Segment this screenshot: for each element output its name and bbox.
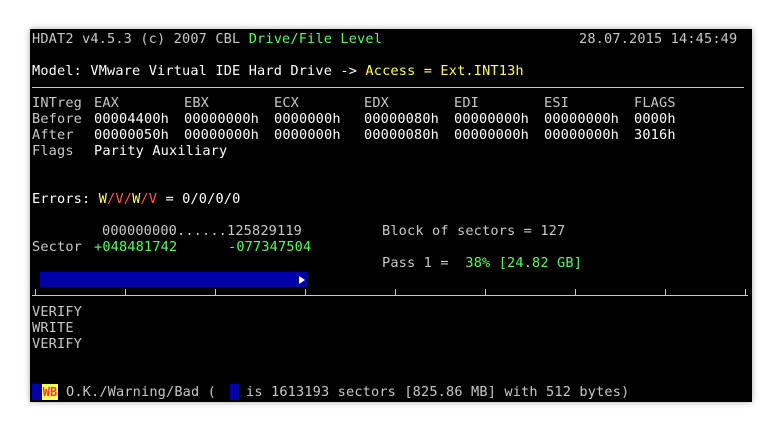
log-line: VERIFY bbox=[32, 304, 83, 320]
scale-tick bbox=[35, 289, 36, 295]
reg-before-ebx: 00000000h bbox=[184, 111, 260, 127]
reg-header-intreg: INTreg bbox=[32, 95, 83, 111]
reg-after-ecx: 0000000h bbox=[274, 127, 341, 143]
access-mode: Access = Ext.INT13h bbox=[365, 63, 524, 79]
reg-after-eax: 00000050h bbox=[94, 127, 170, 143]
errors-v: V bbox=[148, 191, 158, 207]
pass-label: Pass 1 = bbox=[382, 255, 449, 271]
errors-line: Errors: W/V/W/V = 0/0/0/0 bbox=[32, 191, 240, 207]
log-line: VERIFY bbox=[32, 336, 83, 352]
scale-tick bbox=[665, 289, 666, 295]
legend-block-swatch bbox=[230, 384, 239, 400]
reg-header-edx: EDX bbox=[364, 95, 390, 111]
reg-header-eax: EAX bbox=[94, 95, 120, 111]
reg-after-esi: 00000000h bbox=[544, 127, 620, 143]
scale-tick bbox=[215, 289, 216, 295]
pass-line: Pass 1 = 38% [24.82 GB] bbox=[382, 255, 582, 271]
reg-before-edi: 00000000h bbox=[454, 111, 530, 127]
errors-sep: / bbox=[140, 191, 149, 207]
reg-before-edx: 00000080h bbox=[364, 111, 440, 127]
sector-end: -077347504 bbox=[228, 239, 312, 255]
reg-row-label: After bbox=[32, 127, 74, 143]
datetime: 28.07.2015 14:45:49 bbox=[579, 31, 738, 47]
flags-value: Parity Auxiliary bbox=[94, 143, 228, 159]
app-title: HDAT2 v4.5.3 (c) 2007 CBL Drive/File Lev… bbox=[32, 31, 382, 47]
reg-header-ecx: ECX bbox=[274, 95, 300, 111]
pass-value: 38% [24.82 GB] bbox=[465, 255, 583, 271]
model-arrow: -> bbox=[340, 63, 358, 79]
hdat2-console: HDAT2 v4.5.3 (c) 2007 CBL Drive/File Lev… bbox=[30, 29, 752, 402]
scale-tick bbox=[485, 289, 486, 295]
app-name: HDAT2 v4.5.3 (c) 2007 CBL bbox=[32, 31, 241, 47]
scale-ruler bbox=[32, 295, 748, 296]
progress-bar bbox=[40, 272, 308, 287]
errors-v: V bbox=[115, 191, 124, 207]
legend-text-size: is 1613193 sectors [825.86 MB] with 512 … bbox=[246, 384, 630, 400]
sector-range: 000000000......125829119 bbox=[102, 223, 303, 239]
scale-tick bbox=[395, 289, 396, 295]
reg-after-edi: 00000000h bbox=[454, 127, 530, 143]
reg-before-flags: 0000h bbox=[634, 111, 676, 127]
sector-start: +048481742 bbox=[94, 239, 178, 255]
scale-tick bbox=[125, 289, 126, 295]
reg-after-flags: 3016h bbox=[634, 127, 676, 143]
log-line: WRITE bbox=[32, 320, 74, 336]
model-line: Model: VMware Virtual IDE Hard Drive -> … bbox=[32, 63, 524, 79]
legend-ok-swatch bbox=[32, 384, 42, 400]
legend-warning-bad-badge: WB bbox=[42, 384, 58, 400]
reg-header-flags: FLAGS bbox=[634, 95, 676, 111]
model-label: Model: bbox=[32, 63, 83, 79]
reg-before-esi: 00000000h bbox=[544, 111, 620, 127]
reg-row-label: Before bbox=[32, 111, 83, 127]
progress-marker-icon bbox=[299, 276, 305, 284]
header-divider bbox=[32, 87, 744, 88]
mode-label: Drive/File Level bbox=[248, 31, 383, 47]
errors-value: = 0/0/0/0 bbox=[165, 191, 241, 207]
reg-before-eax: 00004400h bbox=[94, 111, 170, 127]
reg-after-edx: 00000080h bbox=[364, 127, 440, 143]
errors-label: Errors: bbox=[32, 191, 91, 207]
legend-text: O.K./Warning/Bad ( bbox=[66, 384, 217, 400]
reg-header-edi: EDI bbox=[454, 95, 480, 111]
model-value: VMware Virtual IDE Hard Drive bbox=[90, 63, 333, 79]
scale-tick bbox=[305, 289, 306, 295]
errors-w: W bbox=[98, 191, 108, 207]
reg-header-esi: ESI bbox=[544, 95, 570, 111]
reg-before-ecx: 0000000h bbox=[274, 111, 341, 127]
block-of-sectors: Block of sectors = 127 bbox=[382, 223, 566, 239]
reg-header-ebx: EBX bbox=[184, 95, 210, 111]
reg-after-ebx: 00000000h bbox=[184, 127, 260, 143]
flags-label: Flags bbox=[32, 143, 74, 159]
scale-tick bbox=[745, 289, 746, 295]
scale-tick bbox=[575, 289, 576, 295]
sector-label: Sector bbox=[32, 239, 83, 255]
errors-sep: / bbox=[123, 191, 133, 207]
